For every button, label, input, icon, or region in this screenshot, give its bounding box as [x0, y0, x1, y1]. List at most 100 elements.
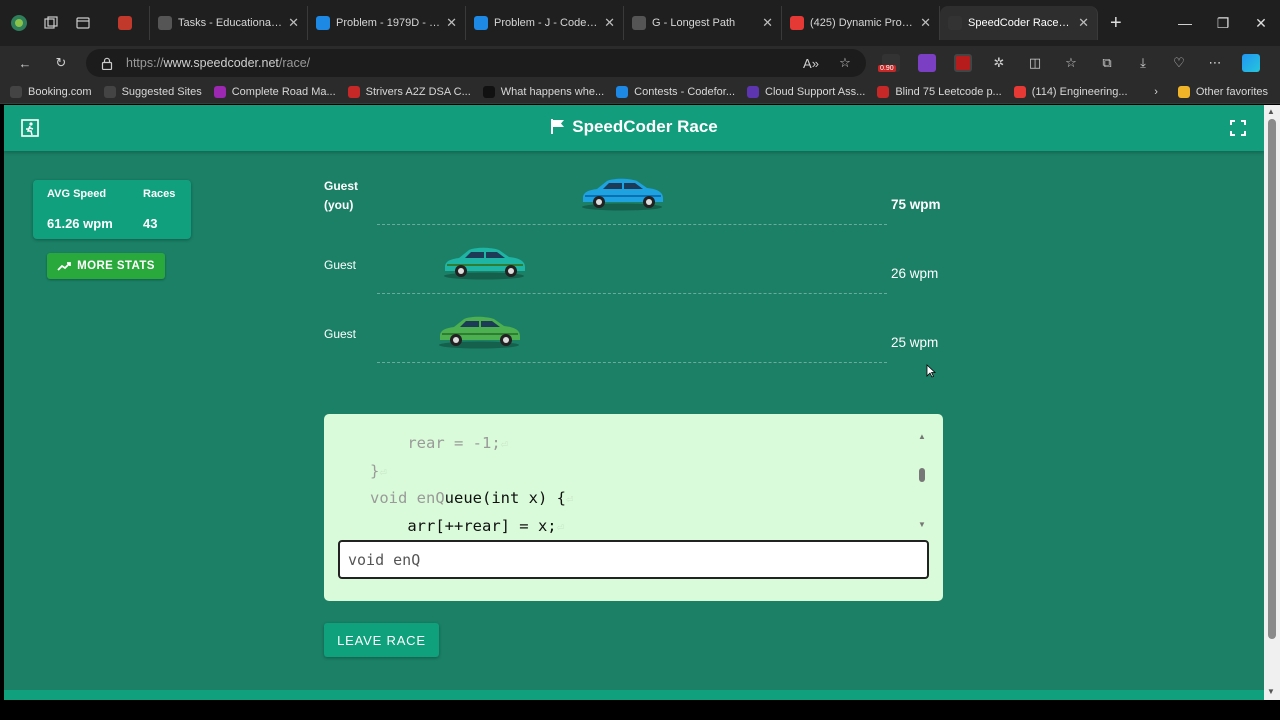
scroll-down-arrow-icon[interactable]: ▼	[918, 520, 926, 529]
race-car-icon	[579, 174, 665, 212]
settings-more-icon[interactable]: ⋯	[1206, 54, 1224, 72]
bookmark-favicon-icon	[10, 85, 22, 98]
newline-marker-icon: ⏎	[379, 464, 387, 479]
tab-close-icon[interactable]: ✕	[446, 15, 457, 31]
code-scrollbar[interactable]: ▲ ▼	[916, 432, 928, 530]
browser-tab[interactable]: SpeedCoder Race | Mul ✕	[940, 6, 1098, 40]
browser-essentials-icon[interactable]: ♡	[1170, 54, 1188, 72]
newline-marker-icon: ⏎	[565, 492, 574, 506]
other-favorites-folder[interactable]: Other favorites	[1177, 85, 1268, 98]
code-typed-text: }	[370, 461, 380, 480]
tab-favicon-icon	[948, 16, 962, 30]
page-scroll-thumb[interactable]	[1268, 119, 1276, 639]
scroll-up-arrow-icon[interactable]: ▲	[918, 432, 926, 441]
bookmark-item[interactable]: What happens whe...	[482, 85, 605, 98]
refresh-icon[interactable]: ↻	[52, 54, 70, 72]
newline-marker-icon: ⏎	[500, 437, 508, 451]
folder-icon	[1177, 85, 1190, 98]
tab-favicon-icon	[474, 16, 488, 30]
flag-icon	[551, 119, 565, 134]
browser-tab[interactable]: G - Longest Path ✕	[624, 6, 782, 40]
browser-tab[interactable]: Tasks - Educational DP C ✕	[150, 6, 308, 40]
tab-close-icon[interactable]: ✕	[288, 15, 299, 31]
app-header: SpeedCoder Race	[4, 105, 1264, 151]
bookmark-label: Blind 75 Leetcode p...	[895, 85, 1002, 98]
code-remaining-text: ueue(int x) {	[444, 489, 566, 507]
leave-race-button[interactable]: LEAVE RACE	[324, 623, 439, 657]
tab-favicon-icon	[118, 16, 132, 30]
racer-name-line1: Guest	[324, 258, 357, 272]
restore-icon[interactable]: ❐	[1204, 15, 1242, 32]
extension-badge-count: 0.90	[878, 65, 896, 72]
bookmark-favicon-icon	[616, 85, 629, 98]
profile-avatar-icon[interactable]	[10, 14, 28, 32]
bookmark-item[interactable]: Contests - Codefor...	[616, 85, 735, 98]
code-scroll-thumb[interactable]	[919, 468, 925, 482]
extension-badge-icon[interactable]: 0.90	[878, 54, 900, 72]
bookmark-item[interactable]: Strivers A2Z DSA C...	[347, 85, 471, 98]
races-label: Races	[143, 188, 176, 200]
site-info-lock-icon[interactable]	[98, 54, 116, 72]
more-stats-button[interactable]: MORE STATS	[47, 253, 165, 279]
bookmarks-bar: Booking.com Suggested Sites Complete Road …	[0, 80, 1280, 104]
downloads-icon[interactable]: ⤓	[1134, 54, 1152, 72]
close-window-icon[interactable]: ✕	[1242, 15, 1280, 32]
bookmark-label: Cloud Support Ass...	[765, 85, 866, 98]
bookmark-favicon-icon	[103, 85, 116, 98]
stats-card: AVG Speed Races 61.26 wpm 43	[33, 180, 191, 239]
bookmark-item[interactable]: Suggested Sites	[103, 85, 202, 98]
bookmark-item[interactable]: (114) Engineering...	[1013, 85, 1128, 98]
fullscreen-icon[interactable]	[1230, 120, 1246, 136]
url-bar[interactable]: https://www.speedcoder.net/race/ A» ☆	[86, 49, 866, 77]
avg-speed-label: AVG Speed	[47, 188, 107, 200]
bookmark-label: Suggested Sites	[121, 85, 202, 98]
tab-title: Tasks - Educational DP C	[178, 17, 282, 29]
window-controls: — ❐ ✕	[1166, 0, 1280, 46]
racer-wpm: 75 wpm	[891, 197, 941, 212]
browser-tab[interactable]	[110, 6, 150, 40]
avg-speed-value: 61.26 wpm	[47, 216, 113, 231]
bookmark-item[interactable]: Booking.com	[10, 85, 92, 98]
browser-tab[interactable]: Problem - 1979D - Codefo ✕	[308, 6, 466, 40]
tab-close-icon[interactable]: ✕	[920, 15, 931, 31]
bookmark-item[interactable]: Complete Road Ma...	[213, 85, 336, 98]
bookmark-favicon-icon	[747, 85, 760, 98]
browser-tab[interactable]: Problem - J - Codeforces ✕	[466, 6, 624, 40]
bookmark-label: What happens whe...	[500, 85, 605, 98]
split-screen-icon[interactable]: ◫	[1026, 54, 1044, 72]
extension-purple-icon[interactable]	[918, 54, 936, 72]
page-scroll-down-icon[interactable]: ▼	[1267, 687, 1275, 696]
tab-close-icon[interactable]: ✕	[1078, 15, 1089, 31]
copilot-icon[interactable]	[1242, 54, 1260, 72]
lane-line	[377, 293, 887, 294]
racer-wpm: 25 wpm	[891, 335, 939, 350]
minimize-icon[interactable]: —	[1166, 15, 1204, 31]
collections-icon[interactable]: ⧉	[1098, 54, 1116, 72]
tab-favicon-icon	[316, 16, 330, 30]
tab-actions-icon[interactable]	[74, 14, 92, 32]
favorite-star-icon[interactable]: ☆	[836, 54, 854, 72]
page-scroll-up-icon[interactable]: ▲	[1267, 107, 1275, 116]
tab-close-icon[interactable]: ✕	[604, 15, 615, 31]
workspaces-icon[interactable]	[42, 14, 60, 32]
more-stats-label: MORE STATS	[77, 260, 155, 272]
bookmark-label: Strivers A2Z DSA C...	[365, 85, 471, 98]
bookmark-label: Complete Road Ma...	[231, 85, 336, 98]
bookmarks-overflow-chevron-icon[interactable]: ›	[1154, 86, 1158, 98]
bookmark-item[interactable]: Cloud Support Ass...	[747, 85, 866, 98]
back-arrow-icon[interactable]: ←	[16, 54, 34, 72]
typing-input[interactable]	[338, 540, 929, 579]
code-panel: rear = -1;⏎}⏎ void enQueue(int x) {⏎ arr[…	[324, 414, 943, 601]
new-tab-button[interactable]: +	[1098, 12, 1134, 35]
browser-tab[interactable]: (425) Dynamic Programm ✕	[782, 6, 940, 40]
read-aloud-icon[interactable]: A»	[802, 54, 820, 72]
code-snippet: rear = -1;⏎}⏎ void enQueue(int x) {⏎ arr[…	[370, 430, 910, 540]
page-scrollbar[interactable]: ▲ ▼	[1264, 105, 1280, 700]
tab-favicon-icon	[790, 16, 804, 30]
racer-name-line1: Guest	[324, 327, 357, 341]
extensions-puzzle-icon[interactable]: ✲	[990, 54, 1008, 72]
bookmark-item[interactable]: Blind 75 Leetcode p...	[877, 85, 1002, 98]
extension-red-icon[interactable]	[954, 54, 972, 72]
favorites-icon[interactable]: ☆	[1062, 54, 1080, 72]
tab-close-icon[interactable]: ✕	[762, 15, 773, 31]
